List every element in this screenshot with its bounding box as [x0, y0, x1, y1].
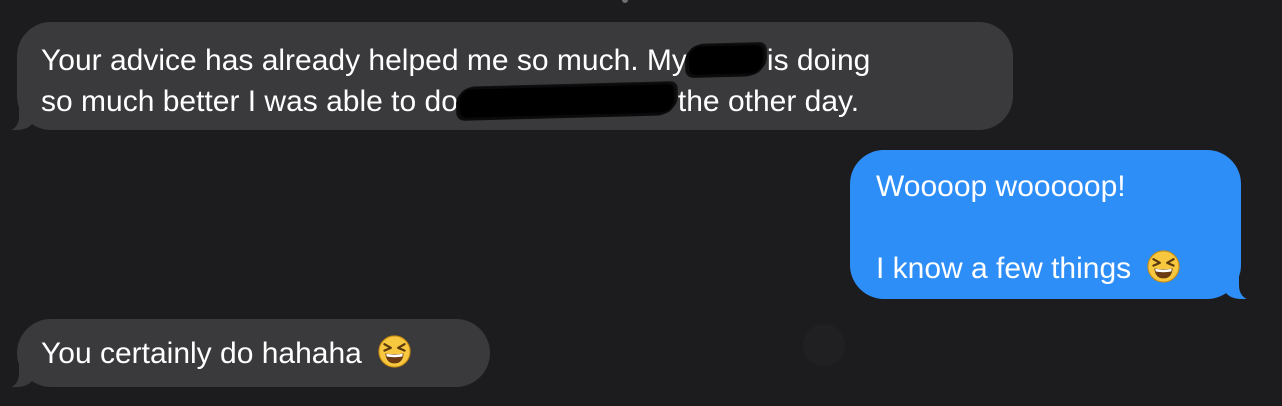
message-text: Woooop wooooop!: [876, 170, 1126, 203]
redaction-scribble: [459, 84, 675, 118]
message-text: I know a few things: [876, 252, 1132, 285]
incoming-message-bubble[interactable]: You certainly do hahaha: [4, 319, 490, 388]
faint-circle-artifact: [803, 324, 845, 366]
message-text: You certainly do hahaha: [41, 337, 362, 370]
message-thread: Your advice has already helped me so muc…: [0, 0, 1282, 406]
message-text: the other day.: [677, 85, 860, 118]
message-line: Your advice has already helped me so muc…: [41, 40, 989, 81]
message-text: so much better I was able to do: [41, 85, 458, 118]
message-line: so much better I was able to do the other…: [41, 81, 989, 122]
redaction-scribble: [688, 45, 764, 75]
scroll-edge-mark: [622, 0, 628, 3]
message-line: I know a few things: [876, 248, 1215, 289]
message-text: is doing: [766, 44, 871, 77]
squinting-grin-emoji-icon: [378, 335, 411, 368]
message-line: You certainly do hahaha: [41, 333, 466, 374]
squinting-grin-emoji-icon: [1147, 250, 1181, 283]
incoming-message-bubble[interactable]: Your advice has already helped me so muc…: [4, 22, 1013, 131]
message-text: Your advice has already helped me so muc…: [41, 44, 687, 77]
outgoing-message-bubble[interactable]: Woooop wooooop! I know a few things: [850, 150, 1254, 300]
